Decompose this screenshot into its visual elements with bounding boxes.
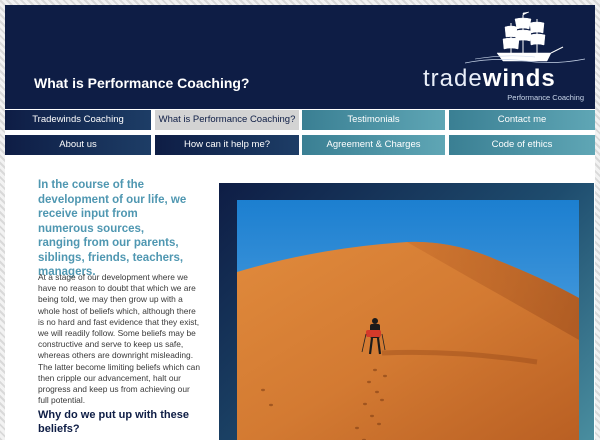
body-paragraph: At a stage of our development where we h… (38, 272, 200, 406)
section-subheading: Why do we put up with these beliefs? (38, 409, 189, 435)
logo-word-light: trade (423, 65, 483, 92)
nav-row-secondary: About us How can it help me? Agreement &… (5, 135, 595, 155)
page: What is Performance Coaching? tradewinds… (5, 5, 595, 440)
header: What is Performance Coaching? tradewinds… (5, 5, 595, 109)
nav-code-of-ethics[interactable]: Code of ethics (449, 135, 595, 155)
main-content: In the course of the development of our … (5, 158, 595, 440)
tradewinds-logo[interactable]: tradewinds Performance Coaching (423, 9, 588, 105)
desert-hiker-photo (237, 200, 579, 440)
sailing-ship-icon (465, 11, 585, 64)
page-title: What is Performance Coaching? (34, 75, 250, 91)
nav-row-primary: Tradewinds Coaching What is Performance … (5, 110, 595, 130)
nav-what-is-performance-coaching[interactable]: What is Performance Coaching? (155, 110, 299, 130)
nav-contact-me[interactable]: Contact me (449, 110, 595, 130)
nav-testimonials[interactable]: Testimonials (302, 110, 445, 130)
intro-text: In the course of the development of our … (38, 179, 187, 278)
nav-how-can-it-help-me[interactable]: How can it help me? (155, 135, 299, 155)
nav-about-us[interactable]: About us (5, 135, 151, 155)
nav-tradewinds-coaching[interactable]: Tradewinds Coaching (5, 110, 151, 130)
nav-agreement-charges[interactable]: Agreement & Charges (302, 135, 445, 155)
logo-tagline: Performance Coaching (507, 93, 584, 102)
logo-wordmark: tradewinds (423, 65, 556, 93)
logo-word-bold: winds (482, 65, 556, 92)
